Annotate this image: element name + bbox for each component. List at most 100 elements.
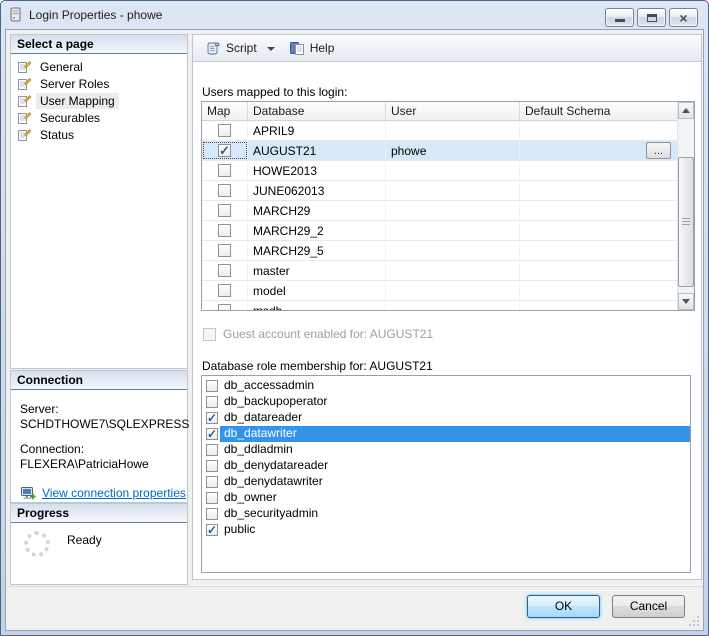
map-checkbox[interactable] [218,304,231,310]
default-schema-cell [520,161,677,180]
map-cell[interactable] [202,181,248,200]
map-cell[interactable] [202,141,248,160]
map-cell[interactable] [202,201,248,220]
column-header-user[interactable]: User [386,102,520,120]
map-cell[interactable] [202,121,248,140]
table-scrollbar[interactable] [677,102,694,310]
map-checkbox[interactable] [218,264,231,277]
default-schema-cell [520,241,677,260]
sidebar-item-label: User Mapping [36,93,119,109]
table-row[interactable]: master [202,261,677,281]
role-checkbox[interactable] [206,412,218,424]
role-checkbox[interactable] [206,380,218,392]
role-checkbox[interactable] [206,476,218,488]
sidebar-item[interactable]: Server Roles [11,75,187,92]
table-row[interactable]: AUGUST21 phowe ... [202,141,677,161]
map-checkbox[interactable] [218,164,231,177]
map-cell[interactable] [202,221,248,240]
column-header-map[interactable]: Map [202,102,248,120]
sidebar-item-label: General [36,59,87,75]
table-row[interactable]: JUNE062013 [202,181,677,201]
role-name: db_datawriter [220,426,690,442]
table-header: Map Database User Default Schema [202,102,677,121]
map-cell[interactable] [202,241,248,260]
scroll-up-button[interactable] [678,102,694,119]
select-a-page-panel: Select a page General [10,34,188,369]
script-button[interactable]: Script [201,38,261,58]
role-checkbox[interactable] [206,460,218,472]
maximize-button[interactable] [637,8,666,27]
sidebar-item[interactable]: General [11,58,187,75]
role-name: db_accessadmin [220,378,690,394]
connection-panel: Connection Server: SCHDTHOWE7\SQLEXPRESS… [10,370,188,503]
role-name: db_denydatareader [220,458,690,474]
role-item[interactable]: db_owner [202,490,690,506]
table-row[interactable]: model [202,281,677,301]
role-name: db_backupoperator [220,394,690,410]
help-button[interactable]: Help [285,38,339,58]
help-label: Help [310,41,335,55]
sidebar-item[interactable]: User Mapping [11,92,187,109]
map-checkbox[interactable] [218,144,231,157]
map-checkbox[interactable] [218,284,231,297]
role-checkbox[interactable] [206,524,218,536]
server-label: Server: [20,402,187,416]
sidebar-item-label: Server Roles [36,76,113,92]
map-checkbox[interactable] [218,184,231,197]
progress-spinner-icon [24,531,50,557]
table-row[interactable]: MARCH29 [202,201,677,221]
role-item[interactable]: db_denydatareader [202,458,690,474]
role-checkbox[interactable] [206,444,218,456]
toolbar: Script Help [193,35,701,62]
table-row[interactable]: MARCH29_5 [202,241,677,261]
role-item[interactable]: db_backupoperator [202,394,690,410]
map-cell[interactable] [202,261,248,280]
role-item[interactable]: db_securityadmin [202,506,690,522]
sidebar-item[interactable]: Status [11,126,187,143]
map-cell[interactable] [202,301,248,310]
sidebar-item[interactable]: Securables [11,109,187,126]
minimize-button[interactable] [605,8,634,27]
default-schema-cell [520,301,677,310]
script-dropdown-arrow[interactable] [267,47,275,51]
column-header-default-schema[interactable]: Default Schema [520,102,677,120]
cancel-button[interactable]: Cancel [612,595,685,618]
map-checkbox[interactable] [218,124,231,137]
window-icon [10,7,22,22]
scroll-up-icon [682,108,690,113]
title-bar[interactable]: Login Properties - phowe [1,1,708,28]
role-item[interactable]: public [202,522,690,538]
map-cell[interactable] [202,161,248,180]
role-item[interactable]: db_denydatawriter [202,474,690,490]
user-cell [386,241,520,260]
ok-button[interactable]: OK [527,595,600,618]
scroll-down-button[interactable] [678,293,694,310]
browse-button[interactable]: ... [646,142,671,159]
table-row[interactable]: msdb [202,301,677,310]
minimize-icon [615,19,625,22]
table-row[interactable]: APRIL9 [202,121,677,141]
role-item[interactable]: db_ddladmin [202,442,690,458]
map-checkbox[interactable] [218,224,231,237]
map-cell[interactable] [202,281,248,300]
progress-header: Progress [11,504,187,523]
map-checkbox[interactable] [218,244,231,257]
database-cell: master [248,261,386,280]
role-checkbox[interactable] [206,508,218,520]
view-connection-properties-link[interactable]: View connection properties [42,486,186,500]
map-checkbox[interactable] [218,204,231,217]
column-header-database[interactable]: Database [248,102,386,120]
user-cell [386,301,520,310]
role-item[interactable]: db_accessadmin [202,378,690,394]
table-row[interactable]: MARCH29_2 [202,221,677,241]
resize-grip[interactable] [688,615,701,628]
role-checkbox[interactable] [206,428,218,440]
role-checkbox[interactable] [206,396,218,408]
role-checkbox[interactable] [206,492,218,504]
scroll-thumb[interactable] [678,157,694,287]
role-item[interactable]: db_datawriter [202,426,690,442]
table-row[interactable]: HOWE2013 [202,161,677,181]
close-button[interactable]: × [669,8,698,27]
role-item[interactable]: db_datareader [202,410,690,426]
database-cell: AUGUST21 [248,141,386,160]
